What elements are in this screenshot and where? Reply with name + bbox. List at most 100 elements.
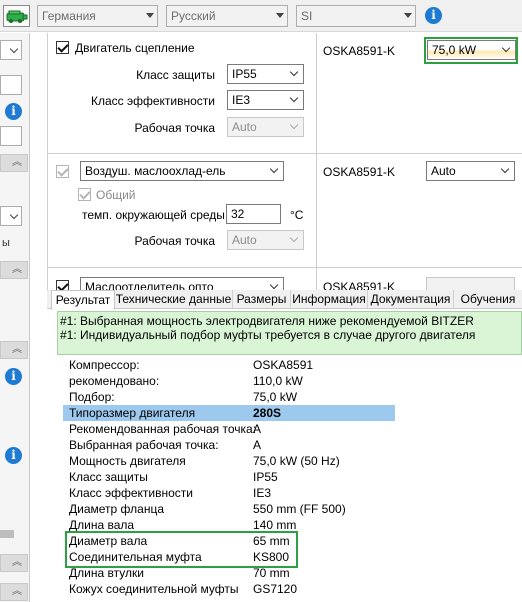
result-value: A <box>253 422 262 436</box>
result-value: GS7120 <box>253 582 298 596</box>
result-row: Компрессор: OSKA8591 <box>63 357 395 373</box>
oil-cooler-mode-value: Auto <box>431 164 456 178</box>
result-key: Компрессор: <box>69 358 140 372</box>
result-row: рекомендовано: 110,0 kW <box>63 373 395 389</box>
column-divider <box>316 33 317 290</box>
left-field-1[interactable] <box>0 75 22 95</box>
chevron-down-icon <box>289 120 299 130</box>
warning-messages: #1: Выбранная мощность электродвигателя … <box>57 311 522 355</box>
oil-cooler-mode-select[interactable]: Auto <box>426 161 515 181</box>
result-row: Кожух соединительной муфты GS7120 <box>63 581 395 597</box>
tab-technical-data[interactable]: Технические данные <box>115 290 233 309</box>
oil-cooler-operating-point-select[interactable]: Auto <box>227 230 304 250</box>
units-value: SI <box>301 9 313 23</box>
chevron-down-icon <box>269 280 279 290</box>
result-value: 75,0 kW <box>253 390 298 404</box>
warning-message: #1: Выбранная мощность электродвигателя … <box>60 314 474 328</box>
ambient-temp-label: темп. окружающей среды <box>82 208 225 222</box>
oil-separator-select[interactable]: Маслоотделитель опто <box>80 277 284 290</box>
result-value: A <box>253 438 262 452</box>
info-icon[interactable]: i <box>5 368 22 385</box>
result-key: Подбор: <box>69 390 115 404</box>
tab-training[interactable]: Обучения <box>454 290 522 309</box>
collapse-button[interactable]: ︽ <box>0 341 28 359</box>
collapse-button[interactable]: ︽ <box>0 583 28 601</box>
result-value: IE3 <box>253 486 272 500</box>
result-tabs: Результат Технические данные Размеры Инф… <box>47 290 522 310</box>
slider-handle[interactable] <box>0 530 14 538</box>
left-dropdown-2[interactable] <box>0 206 22 226</box>
oil-cooler-checkbox[interactable] <box>56 165 69 178</box>
compressor-logo-icon <box>6 10 28 23</box>
oil-separator-compressor-name: OSKA8591-K <box>323 280 396 290</box>
ambient-temp-input[interactable]: 32 <box>226 204 281 224</box>
double-chevron-up-icon: ︽ <box>12 586 22 597</box>
result-value: IP55 <box>253 470 278 484</box>
oil-cooler-type-value: Воздуш. маслоохлад-ель <box>85 164 226 178</box>
result-row: Класс эффективности IE3 <box>63 485 395 501</box>
oil-separator-value: Маслоотделитель опто <box>85 280 214 290</box>
operating-point-label: Рабочая точка <box>134 121 215 135</box>
motor-checkbox[interactable] <box>56 41 69 54</box>
protection-class-label: Класс защиты <box>136 68 215 82</box>
result-key: Типоразмер двигателя <box>69 406 196 420</box>
result-row-selected[interactable]: Типоразмер двигателя 280S <box>63 405 395 421</box>
chevron-down-icon <box>289 93 299 103</box>
result-value: 140 mm <box>253 518 297 532</box>
chevron-down-icon <box>289 233 299 243</box>
ambient-temp-value: 32 <box>231 207 245 221</box>
left-panel-strip: i ︽ ы ︽ ︽ i i ︽ ︽ <box>0 33 30 602</box>
oil-cooler-type-select[interactable]: Воздуш. маслоохлад-ель <box>80 161 284 181</box>
double-chevron-up-icon: ︽ <box>12 264 22 275</box>
result-key: Класс эффективности <box>69 486 194 500</box>
language-dropdown[interactable]: Русский <box>166 5 288 27</box>
result-row: Диаметр фланца 550 mm (FF 500) <box>63 501 395 517</box>
result-key: Класс защиты <box>69 470 148 484</box>
language-value: Русский <box>171 9 216 23</box>
protection-class-value: IP55 <box>232 67 257 81</box>
oil-separator-checkbox[interactable] <box>56 280 69 290</box>
motor-compressor-name: OSKA8591-K <box>323 44 396 58</box>
operating-point-value: Auto <box>232 120 257 134</box>
result-key: Длина втулки <box>69 566 144 580</box>
collapse-button[interactable]: ︽ <box>0 554 28 572</box>
info-icon[interactable]: i <box>425 7 442 24</box>
units-dropdown[interactable]: SI <box>296 5 416 27</box>
collapse-button[interactable]: ︽ <box>0 261 28 279</box>
highlight-box-shaft-coupling <box>65 531 298 568</box>
chevron-down-icon <box>404 13 412 18</box>
double-chevron-up-icon: ︽ <box>12 157 22 168</box>
operating-point-select[interactable]: Auto <box>227 117 304 137</box>
tab-information[interactable]: Информация <box>291 290 368 309</box>
result-key: Выбранная рабочая точка: <box>69 438 219 452</box>
top-toolbar: Германия Русский SI i <box>0 0 522 32</box>
protection-class-select[interactable]: IP55 <box>227 64 304 84</box>
ambient-temp-unit: °C <box>290 208 304 222</box>
result-row: Подбор: 75,0 kW <box>63 389 395 405</box>
result-key: Мощность двигателя <box>69 454 186 468</box>
tab-dimensions[interactable]: Размеры <box>233 290 291 309</box>
common-checkbox[interactable] <box>78 188 91 201</box>
compressor-logo-button[interactable] <box>3 5 30 27</box>
chevron-down-icon <box>9 44 19 54</box>
result-key: Рекомендованная рабочая точка: <box>69 422 257 436</box>
efficiency-class-select[interactable]: IE3 <box>227 90 304 110</box>
result-key: Длина вала <box>69 518 135 532</box>
result-row: Выбранная рабочая точка: A <box>63 437 395 453</box>
oil-separator-mode-select[interactable] <box>426 277 515 290</box>
result-value: 75,0 kW (50 Hz) <box>253 454 340 468</box>
collapse-button[interactable]: ︽ <box>0 154 28 172</box>
third-accessory-row: Маслоотделитель опто OSKA8591-K <box>47 268 522 290</box>
country-dropdown[interactable]: Германия <box>37 5 158 27</box>
left-field-2[interactable] <box>0 126 22 146</box>
oil-cooler-operating-point-value: Auto <box>232 233 257 247</box>
info-icon[interactable]: i <box>5 103 22 120</box>
chevron-down-icon <box>500 164 510 174</box>
info-icon[interactable]: i <box>5 447 22 464</box>
chevron-down-icon <box>269 164 279 174</box>
motor-label: Двигатель сцепление <box>75 41 195 55</box>
tab-documentation[interactable]: Документация <box>368 290 454 309</box>
left-dropdown-1[interactable] <box>0 40 22 60</box>
row-divider <box>47 153 522 154</box>
tab-result[interactable]: Результат <box>51 290 115 310</box>
